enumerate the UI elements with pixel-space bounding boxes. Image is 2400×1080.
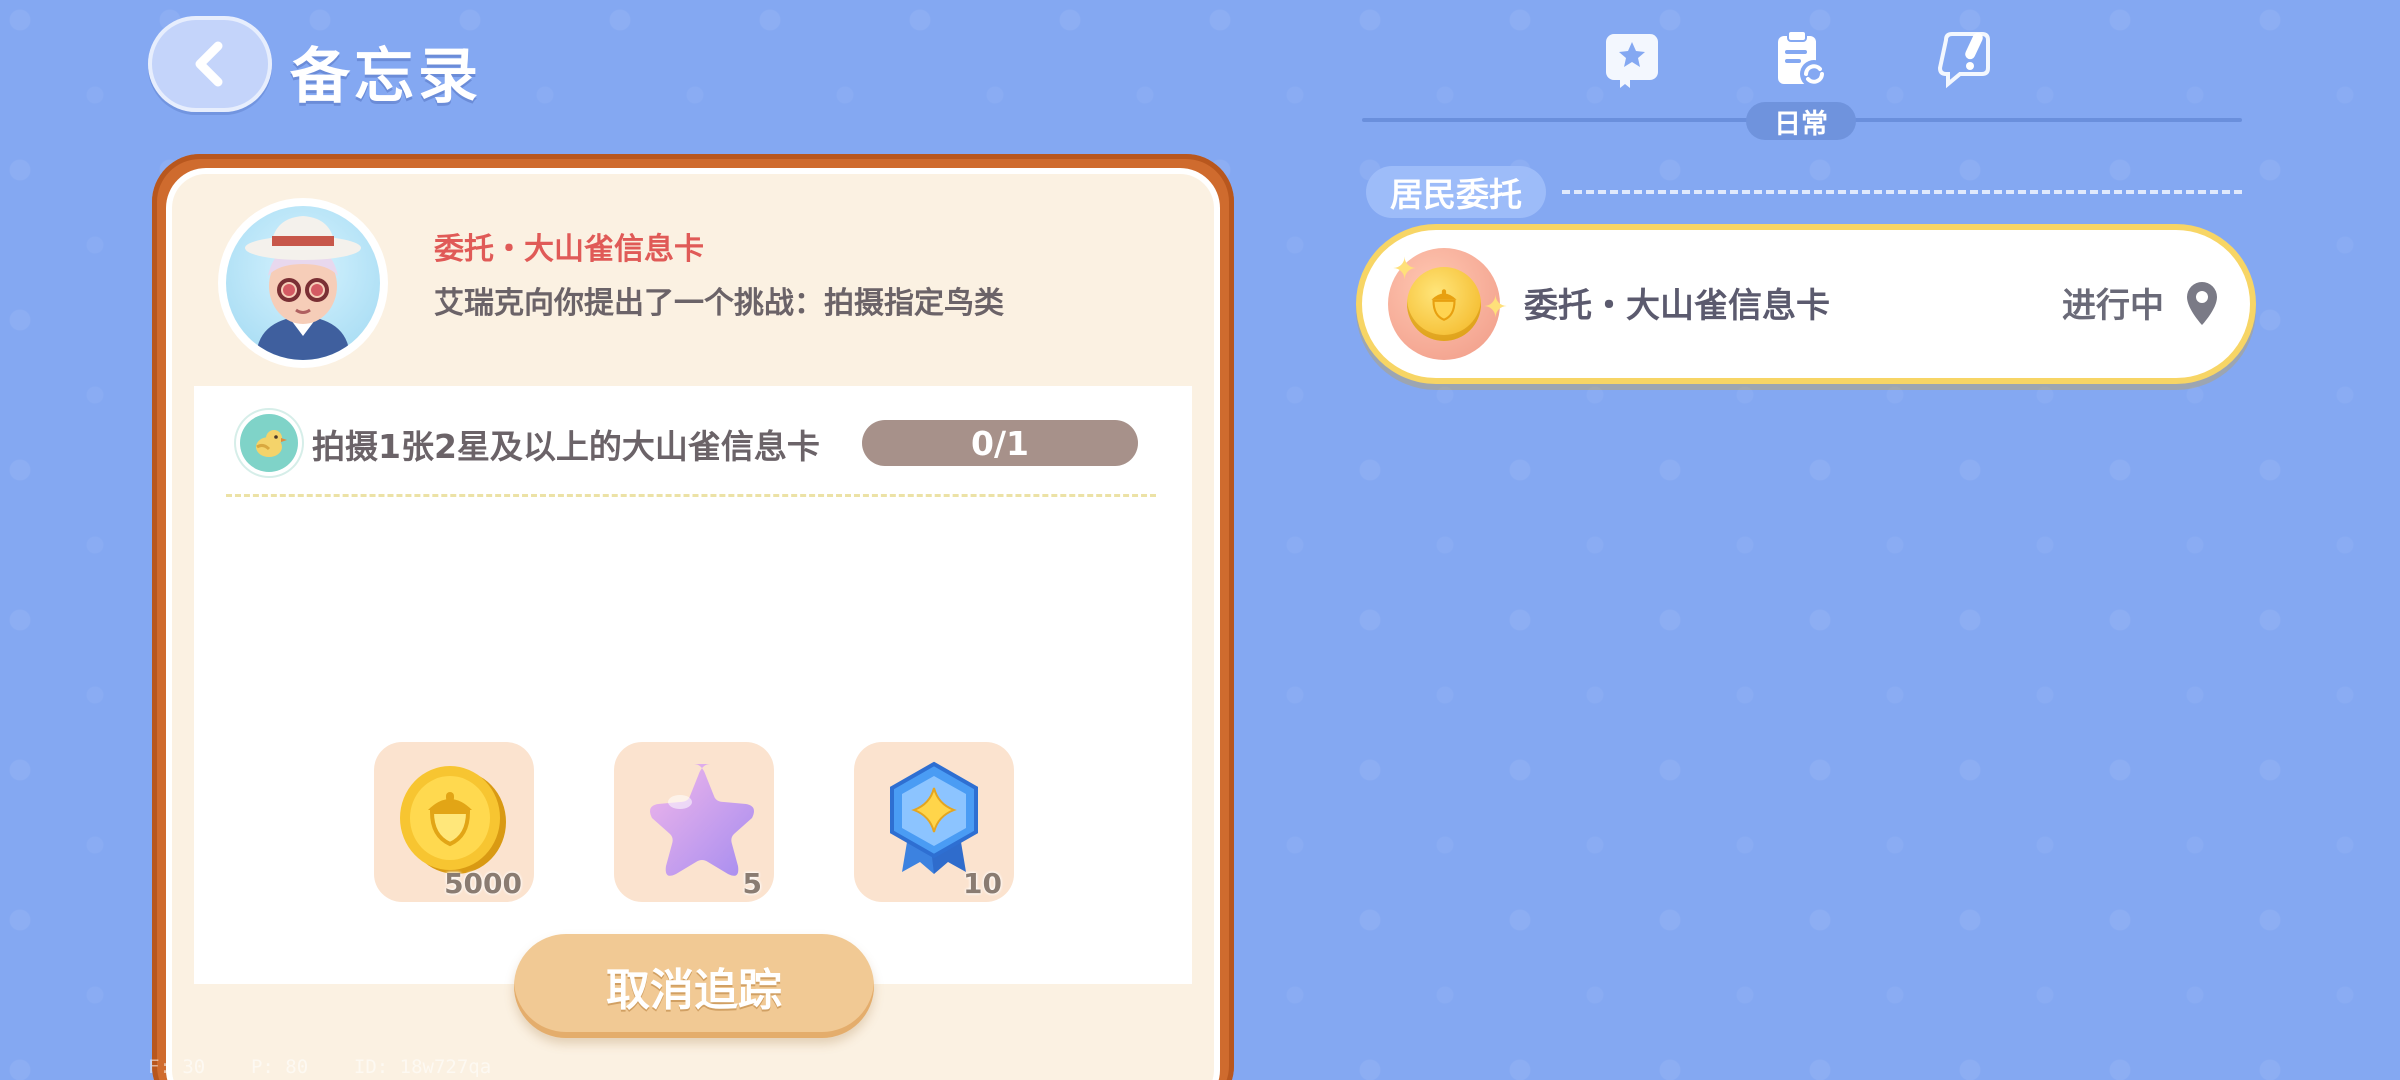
cancel-tracking-button[interactable]: 取消追踪 (514, 934, 874, 1038)
sparkle-icon: ✦ (1392, 252, 1418, 287)
tab-daily[interactable] (1768, 28, 1832, 92)
quest-medallion: ✦ ✦ (1388, 248, 1508, 360)
npc-portrait-icon (245, 216, 361, 360)
page-title: 备忘录 (290, 42, 482, 112)
section-divider (1562, 190, 2242, 194)
quest-name: 委托・大山雀信息卡 (1524, 286, 1830, 326)
sparkle-icon: ✦ (1482, 290, 1508, 325)
clipboard-refresh-icon (1778, 30, 1828, 88)
purple-star-icon (650, 764, 754, 876)
chat-alert-icon (1938, 32, 1990, 89)
reward-count: 10 (963, 867, 1002, 900)
tab-messages[interactable] (1938, 28, 2002, 92)
chevron-left-icon (195, 41, 223, 87)
section-title: 居民委托 (1366, 166, 1546, 218)
reward-purple-star[interactable]: 5 (614, 742, 774, 902)
task-progress-text: 0/1 (971, 423, 1029, 463)
acorn-coin-icon (400, 766, 506, 874)
tab-daily-label: 日常 (1746, 102, 1856, 140)
quest-status: 进行中 (2062, 286, 2164, 326)
book-star-icon (1606, 34, 1658, 88)
task-progress-bar: 0/1 (862, 420, 1138, 466)
reward-count: 5000 (444, 867, 522, 900)
reward-count: 5 (742, 867, 762, 900)
quest-list-item[interactable]: ✦ ✦ 委托・大山雀信息卡 进行中 (1362, 230, 2250, 378)
tab-collection[interactable] (1600, 28, 1664, 92)
location-pin-icon[interactable] (2184, 280, 2220, 328)
detail-quest-title: 委托・大山雀信息卡 (434, 232, 704, 267)
section-header: 居民委托 (1366, 166, 2242, 218)
back-button[interactable] (148, 16, 272, 112)
blue-badge-icon (890, 761, 978, 874)
reward-acorn-coin[interactable]: 5000 (374, 742, 534, 902)
npc-avatar (218, 198, 388, 368)
acorn-coin-icon (1407, 267, 1481, 341)
bird-icon (240, 414, 298, 472)
reward-blue-badge[interactable]: 10 (854, 742, 1014, 902)
debug-overlay-text: F: 30 P: 80 ID: 18w727qa (148, 1056, 492, 1078)
detail-quest-description: 艾瑞克向你提出了一个挑战：拍摄指定鸟类 (434, 286, 1004, 321)
task-objective: 拍摄1张2星及以上的大山雀信息卡 (312, 427, 820, 466)
task-divider (226, 494, 1156, 497)
